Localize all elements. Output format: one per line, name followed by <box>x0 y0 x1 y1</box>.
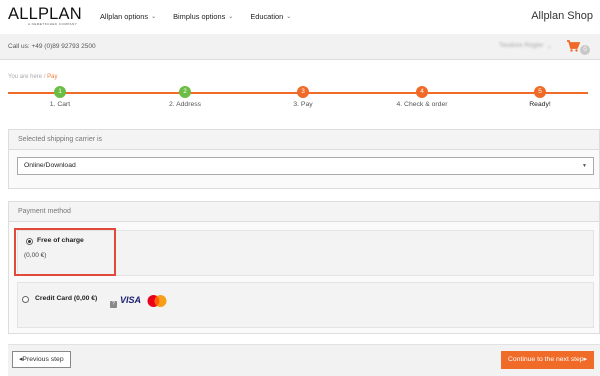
user-name: Teodore Rögler <box>499 42 544 49</box>
select-value: Online/Download <box>24 162 76 169</box>
previous-step-button[interactable]: ◂Previous step <box>12 351 71 368</box>
step-number: 3 <box>297 86 309 98</box>
breadcrumb-prefix: You are here <box>8 74 43 80</box>
nav-education[interactable]: Education ⌄ <box>250 12 291 21</box>
logo-subtitle: A NEMETSCHEK COMPANY <box>28 22 78 26</box>
step-check-order: 4 4. Check & order <box>382 86 462 108</box>
step-address[interactable]: 2 2. Address <box>145 86 225 108</box>
step-pay: 3 3. Pay <box>263 86 343 108</box>
caret-right-icon: ▸ <box>583 356 587 363</box>
step-label: 1. Cart <box>49 101 71 108</box>
payment-option-credit-card[interactable]: Credit Card (0,00 €) ? VISA <box>17 282 594 328</box>
nav-allplan-options[interactable]: Allplan options ⌄ <box>100 12 156 21</box>
step-number: 4 <box>416 86 428 98</box>
shipping-panel: Selected shipping carrier is Online/Down… <box>8 129 600 189</box>
step-label: 4. Check & order <box>396 101 448 108</box>
chevron-down-icon: ⌄ <box>286 14 292 20</box>
cart-count-badge: 0 <box>580 45 590 55</box>
cart-icon[interactable] <box>566 39 580 53</box>
chevron-down-icon: ⌄ <box>546 43 552 50</box>
step-number: 2 <box>179 86 191 98</box>
breadcrumb-current: Pay <box>47 74 58 80</box>
chevron-down-icon: ⌄ <box>228 14 234 20</box>
allplan-logo[interactable]: ALLPLAN A NEMETSCHEK COMPANY <box>8 5 82 27</box>
user-menu[interactable]: Teodore Rögler ⌄ <box>499 42 552 50</box>
continue-button[interactable]: Continue to the next step▸ <box>501 351 594 369</box>
dropdown-arrow-icon: ▼ <box>582 163 587 169</box>
shipping-carrier-select[interactable]: Online/Download ▼ <box>17 157 594 175</box>
logo-text: ALLPLAN <box>8 5 82 23</box>
breadcrumb: You are here / Pay <box>8 74 58 80</box>
nav-bimplus-options[interactable]: Bimplus options ⌄ <box>173 12 233 21</box>
step-number: 1 <box>54 86 66 98</box>
step-ready: 5 Ready! <box>500 86 580 108</box>
step-label: 2. Address <box>168 101 202 108</box>
step-cart[interactable]: 1 1. Cart <box>20 86 100 108</box>
call-bar: Call us: +49 (0)89 92793 2500 Teodore Rö… <box>0 34 600 60</box>
call-us-text: Call us: +49 (0)89 92793 2500 <box>8 43 96 50</box>
credit-card-radio[interactable] <box>22 296 29 303</box>
button-label: Continue to the next step <box>508 356 584 363</box>
step-number: 5 <box>534 86 546 98</box>
annotation-highlight-box <box>14 228 116 276</box>
main-nav: Allplan options ⌄ Bimplus options ⌄ Educ… <box>100 12 291 21</box>
chevron-down-icon: ⌄ <box>151 14 157 20</box>
shop-title: Allplan Shop <box>531 10 593 22</box>
top-header: ALLPLAN A NEMETSCHEK COMPANY Allplan opt… <box>0 0 600 34</box>
button-label: Previous step <box>22 356 64 363</box>
visa-logo: VISA <box>120 295 142 305</box>
mastercard-logo <box>147 295 167 307</box>
info-icon[interactable]: ? <box>110 301 117 308</box>
nav-label: Education <box>250 12 284 21</box>
breadcrumb-separator: / <box>43 74 46 80</box>
step-label: 3. Pay <box>293 101 313 108</box>
shipping-panel-header: Selected shipping carrier is <box>9 130 599 150</box>
nav-label: Allplan options <box>100 12 149 21</box>
step-label: Ready! <box>529 101 551 108</box>
footer-bar: ◂Previous step Continue to the next step… <box>8 344 600 376</box>
payment-panel-header: Payment method <box>9 202 599 222</box>
nav-label: Bimplus options <box>173 12 226 21</box>
option-label: Credit Card (0,00 €) <box>35 295 98 302</box>
